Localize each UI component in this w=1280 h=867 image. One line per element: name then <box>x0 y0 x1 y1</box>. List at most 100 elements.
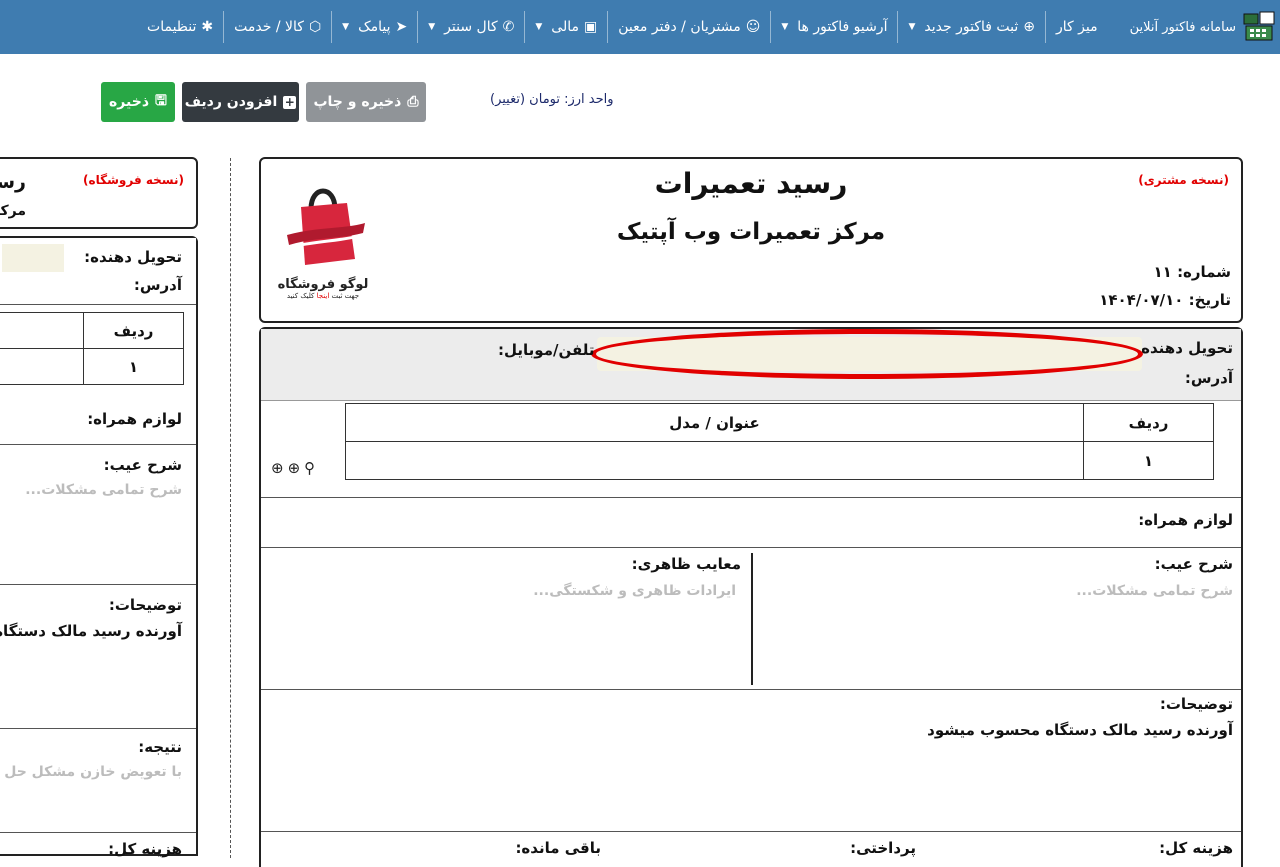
cube-icon: ⬡ <box>308 19 322 35</box>
receipt-number: شماره: ۱۱ <box>1154 263 1231 281</box>
cash-register-icon <box>1243 11 1275 41</box>
store-copy-defect-textarea[interactable]: شرح تمامی مشکلات... <box>25 482 182 498</box>
phone-label: تلفن/موبایل: <box>498 341 595 359</box>
store-copy-result-textarea[interactable]: با تعویض خازن مشکل حل <box>4 764 182 780</box>
store-copy-title: رسید <box>0 171 26 193</box>
defect-label: شرح عیب: <box>1154 555 1233 573</box>
receipt-date-label: تاریخ: <box>1188 291 1231 309</box>
nav-products[interactable]: ⬡ کالا / خدمت <box>224 0 331 54</box>
total-cost-label: هزینه کل: <box>1159 839 1233 857</box>
table-row: ۱ <box>345 441 1214 480</box>
add-row-label: افزودن ردیف <box>184 94 278 110</box>
row-tools: ⊕ ⊕ ⚲ <box>271 459 315 477</box>
nav-new-invoice-label: ثبت فاکتور جدید <box>924 19 1019 35</box>
top-navbar: سامانه فاکتور آنلاین میز کار ⊕ ثبت فاکتو… <box>0 0 1280 54</box>
paper-plane-icon: ➤ <box>395 19 408 35</box>
notes-label: توضیحات: <box>1159 695 1233 713</box>
nav-divider <box>897 11 899 43</box>
logo-text: لوگو فروشگاه <box>277 277 369 292</box>
cost-summary: هزینه کل: پرداختی: باقی مانده: <box>261 833 1241 863</box>
divider <box>261 831 1241 832</box>
currency-selector[interactable]: واحد ارز: تومان (تغییر) <box>490 92 614 107</box>
divider <box>0 584 196 585</box>
nav-customers-label: مشتریان / دفتر معین <box>618 19 741 35</box>
receipt-header: (نسخه مشتری) رسید تعمیرات مرکز تعمیرات و… <box>259 157 1243 323</box>
logo-hint: جهت ثبت اینجا کلیک کنید <box>275 292 371 300</box>
caret-down-icon: ▼ <box>428 22 436 32</box>
accessories-label: لوازم همراه: <box>1138 511 1233 529</box>
receipt-number-label: شماره: <box>1177 263 1231 281</box>
nav-dashboard[interactable]: میز کار <box>1046 0 1116 54</box>
nav-new-invoice[interactable]: ⊕ ثبت فاکتور جدید ▼ <box>898 0 1045 54</box>
search-icon[interactable]: ⚲ <box>304 459 315 477</box>
store-copy-notes-textarea[interactable]: آورنده رسید مالک دستگاه م <box>0 622 182 640</box>
nav-divider <box>607 11 609 43</box>
caret-down-icon: ▼ <box>342 22 350 32</box>
nav-call-center[interactable]: ✆ کال سنتر ▼ <box>418 0 524 54</box>
printer-icon: ⎙ <box>407 94 419 110</box>
store-copy-address-label: آدرس: <box>133 276 182 294</box>
defect-textarea[interactable]: شرح تمامی مشکلات... <box>1076 583 1233 599</box>
receipt-date: تاریخ: ۱۴۰۴/۰۷/۱۰ <box>1099 291 1231 309</box>
logo-hint-post: کلیک کنید <box>286 292 315 300</box>
nav-settings[interactable]: ✱ تنظیمات <box>137 0 223 54</box>
nav-sms[interactable]: ➤ پیامک ▼ <box>332 0 417 54</box>
logo-hint-link[interactable]: اینجا <box>317 292 330 300</box>
money-bill-icon: ▣ <box>584 19 598 35</box>
store-logo[interactable]: لوگو فروشگاه جهت ثبت اینجا کلیک کنید <box>275 175 371 305</box>
add-row-button[interactable]: + افزودن ردیف <box>182 82 299 122</box>
store-copy-body: تحویل دهنده: آدرس: ردیف ۱ لوازم همراه: ش… <box>0 236 198 858</box>
divider <box>0 444 196 445</box>
row-number-cell: ۱ <box>83 348 184 385</box>
nav-sms-label: پیامک <box>358 19 391 35</box>
visual-defects-textarea[interactable]: ایرادات ظاهری و شکستگی... <box>533 583 736 599</box>
phone-icon: ✆ <box>502 19 515 35</box>
nav-invoice-archive[interactable]: آرشیو فاکتور ها ▼ <box>771 0 897 54</box>
store-copy-deliverer-input[interactable] <box>2 244 64 272</box>
nav-products-label: کالا / خدمت <box>234 19 304 35</box>
table-header-row: ردیف عنوان / مدل <box>345 403 1214 442</box>
row-number-cell: ۱ <box>1083 441 1214 480</box>
floppy-disk-icon: 🖫 <box>155 93 167 109</box>
title-model-input[interactable] <box>0 348 84 385</box>
brand[interactable]: سامانه فاکتور آنلاین <box>1116 0 1280 54</box>
column-header-row-number: ردیف <box>1083 403 1214 442</box>
nav-divider <box>1044 11 1046 43</box>
deliverer-label: تحویل دهنده: <box>1135 339 1233 357</box>
divider <box>261 497 1241 498</box>
column-header-title: عنوان / مدل <box>345 403 1084 442</box>
nav-divider <box>417 11 419 43</box>
move-down-icon[interactable]: ⊕ <box>271 459 284 477</box>
nav-divider <box>331 11 333 43</box>
address-label: آدرس: <box>1184 369 1233 387</box>
store-copy-defect-label: شرح عیب: <box>103 456 182 474</box>
store-copy-header: (نسخه فروشگاه) رسید مرکز تع <box>0 157 198 229</box>
logo-hint-pre: جهت ثبت <box>331 292 360 300</box>
nav-settings-label: تنظیمات <box>147 19 197 35</box>
notes-textarea[interactable]: آورنده رسید مالک دستگاه محسوب میشود <box>927 721 1233 739</box>
divider <box>261 689 1241 690</box>
nav-divider <box>524 11 526 43</box>
move-up-icon[interactable]: ⊕ <box>288 459 301 477</box>
receipt-subtitle: مرکز تعمیرات وب آپتیک <box>616 219 886 245</box>
caret-down-icon: ▼ <box>781 22 789 32</box>
store-copy-deliverer-section: تحویل دهنده: آدرس: <box>0 238 196 300</box>
store-copy-items-table: ردیف ۱ <box>0 312 184 385</box>
copy-separator <box>230 158 231 858</box>
remaining-label: باقی مانده: <box>515 839 601 857</box>
paid-label: پرداختی: <box>850 839 916 857</box>
store-copy-result-label: نتیجه: <box>138 738 182 756</box>
receipt-date-value: ۱۴۰۴/۰۷/۱۰ <box>1099 291 1184 309</box>
save-and-print-label: ذخیره و چاپ <box>313 94 402 110</box>
save-button[interactable]: 🖫 ذخیره <box>101 82 175 122</box>
title-model-input[interactable] <box>345 441 1084 480</box>
deliverer-input[interactable] <box>597 337 1142 371</box>
nav-customers[interactable]: ☺ مشتریان / دفتر معین <box>608 0 770 54</box>
divider <box>261 547 1241 548</box>
save-and-print-button[interactable]: ⎙ ذخیره و چاپ <box>306 82 426 122</box>
save-label: ذخیره <box>109 94 150 110</box>
plus-circle-icon: ⊕ <box>1023 19 1035 35</box>
nav-finance[interactable]: ▣ مالی ▼ <box>525 0 607 54</box>
nav-invoice-archive-label: آرشیو فاکتور ها <box>797 19 888 35</box>
nav-divider <box>223 11 225 43</box>
